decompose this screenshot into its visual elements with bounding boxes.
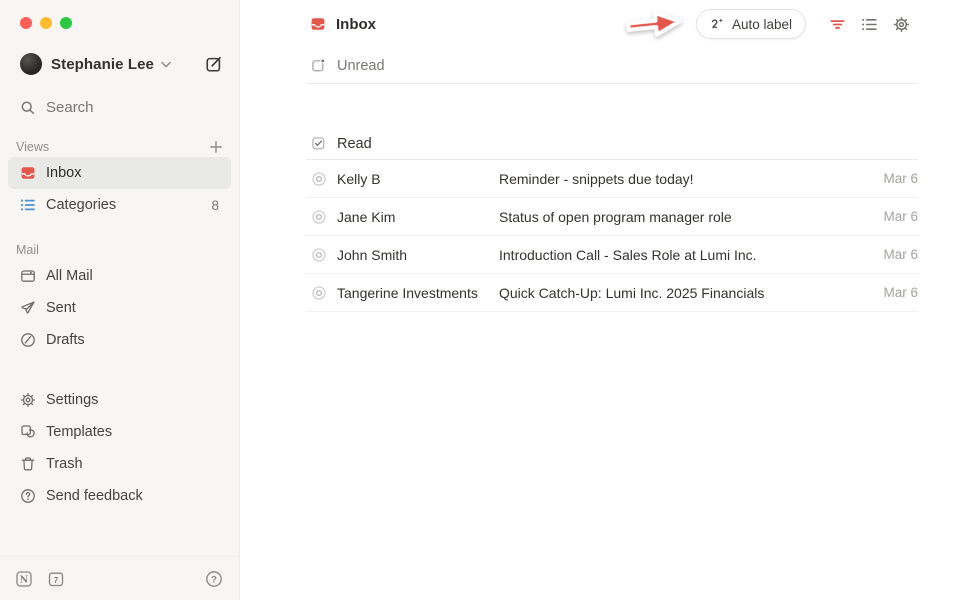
sidebar-item-all-mail[interactable]: All Mail	[8, 260, 231, 292]
categories-count: 8	[211, 198, 219, 213]
send-icon	[20, 300, 36, 316]
draft-icon	[20, 332, 36, 348]
trash-icon	[20, 456, 36, 472]
email-subject: Introduction Call - Sales Role at Lumi I…	[499, 247, 848, 263]
page-title-label: Inbox	[336, 16, 376, 33]
views-section-header: Views	[16, 137, 223, 157]
list-view-icon[interactable]	[861, 16, 878, 33]
compose-icon[interactable]	[205, 55, 223, 73]
sidebar-item-templates[interactable]: Templates	[8, 416, 231, 448]
question-circle-icon	[20, 488, 36, 504]
svg-text:?: ?	[211, 574, 217, 585]
sidebar-item-sent[interactable]: Sent	[8, 292, 231, 324]
sidebar-item-label: Categories	[46, 197, 116, 213]
sidebar-item-settings[interactable]: Settings	[8, 384, 231, 416]
inbox-icon	[20, 165, 36, 181]
header-controls: Auto label	[621, 0, 910, 48]
sidebar-item-label: Inbox	[46, 165, 81, 181]
zoom-window-button[interactable]	[60, 17, 72, 29]
sidebar-item-label: Sent	[46, 300, 76, 316]
email-sender: Tangerine Investments	[337, 285, 489, 301]
email-date: Mar 6	[858, 209, 918, 224]
sidebar-item-inbox[interactable]: Inbox	[8, 157, 231, 189]
help-icon[interactable]: ?	[205, 570, 223, 588]
chevron-down-icon	[161, 60, 171, 69]
sidebar-item-label: Send feedback	[46, 488, 143, 504]
account-name: Stephanie Lee	[51, 56, 154, 73]
categories-icon	[20, 197, 36, 213]
email-date: Mar 6	[858, 247, 918, 262]
unread-icon	[311, 58, 326, 73]
auto-label-button[interactable]: Auto label	[696, 9, 806, 39]
search-label: Search	[46, 99, 94, 116]
email-sender: Jane Kim	[337, 209, 489, 225]
email-date: Mar 6	[858, 285, 918, 300]
page-title: Inbox	[310, 16, 376, 33]
annotation-arrow	[619, 2, 689, 47]
svg-text:N: N	[20, 574, 29, 585]
section-header-read[interactable]: Read	[306, 128, 918, 160]
gear-icon[interactable]	[893, 16, 910, 33]
main-header: Inbox Auto label	[240, 0, 960, 48]
read-status-icon[interactable]	[311, 209, 327, 225]
read-status-icon[interactable]	[311, 171, 327, 187]
templates-icon	[20, 424, 36, 440]
app-window: Stephanie Lee Search Views Inbox	[0, 0, 960, 600]
email-list: Unread Read Kelly B Reminder - snippets …	[306, 48, 918, 312]
email-row[interactable]: Kelly B Reminder - snippets due today! M…	[306, 160, 918, 198]
notion-logo-icon[interactable]: N	[16, 571, 32, 587]
email-date: Mar 6	[858, 171, 918, 186]
gear-icon	[20, 392, 36, 408]
email-sender: John Smith	[337, 247, 489, 263]
account-switcher[interactable]: Stephanie Lee	[20, 53, 223, 75]
calendar-icon[interactable]: 7	[48, 571, 64, 587]
inbox-icon	[310, 16, 326, 32]
sidebar-item-label: All Mail	[46, 268, 93, 284]
sidebar-item-label: Settings	[46, 392, 98, 408]
sidebar: Stephanie Lee Search Views Inbox	[0, 0, 240, 600]
sidebar-item-trash[interactable]: Trash	[8, 448, 231, 480]
email-row[interactable]: Jane Kim Status of open program manager …	[306, 198, 918, 236]
email-row[interactable]: John Smith Introduction Call - Sales Rol…	[306, 236, 918, 274]
read-status-icon[interactable]	[311, 285, 327, 301]
auto-label-button-label: Auto label	[732, 17, 792, 32]
add-view-icon[interactable]	[209, 140, 223, 154]
read-status-icon[interactable]	[311, 247, 327, 263]
search-icon	[20, 100, 36, 116]
section-label: Unread	[337, 58, 385, 74]
auto-label-icon	[710, 17, 725, 32]
window-controls	[0, 0, 239, 29]
sidebar-footer: N 7 ?	[0, 556, 239, 600]
section-label: Read	[337, 136, 372, 152]
mail-label: Mail	[16, 243, 39, 257]
search-input[interactable]: Search	[20, 99, 223, 116]
inbox-pane: Inbox Auto label	[240, 0, 960, 600]
sidebar-item-send-feedback[interactable]: Send feedback	[8, 480, 231, 512]
unread-empty-space	[306, 84, 918, 128]
close-window-button[interactable]	[20, 17, 32, 29]
sidebar-item-label: Templates	[46, 424, 112, 440]
svg-text:7: 7	[54, 575, 59, 585]
minimize-window-button[interactable]	[40, 17, 52, 29]
sidebar-item-drafts[interactable]: Drafts	[8, 324, 231, 356]
email-subject: Status of open program manager role	[499, 209, 848, 225]
section-header-unread[interactable]: Unread	[306, 48, 918, 84]
email-subject: Quick Catch-Up: Lumi Inc. 2025 Financial…	[499, 285, 848, 301]
email-subject: Reminder - snippets due today!	[499, 171, 848, 187]
avatar	[20, 53, 42, 75]
filter-icon[interactable]	[829, 16, 846, 33]
email-sender: Kelly B	[337, 171, 489, 187]
all-mail-icon	[20, 268, 36, 284]
mail-section-header: Mail	[16, 240, 223, 260]
views-label: Views	[16, 140, 49, 154]
email-row[interactable]: Tangerine Investments Quick Catch-Up: Lu…	[306, 274, 918, 312]
sidebar-item-categories[interactable]: Categories 8	[8, 189, 231, 221]
sidebar-item-label: Trash	[46, 456, 83, 472]
read-checkbox-icon	[311, 136, 326, 151]
sidebar-item-label: Drafts	[46, 332, 85, 348]
